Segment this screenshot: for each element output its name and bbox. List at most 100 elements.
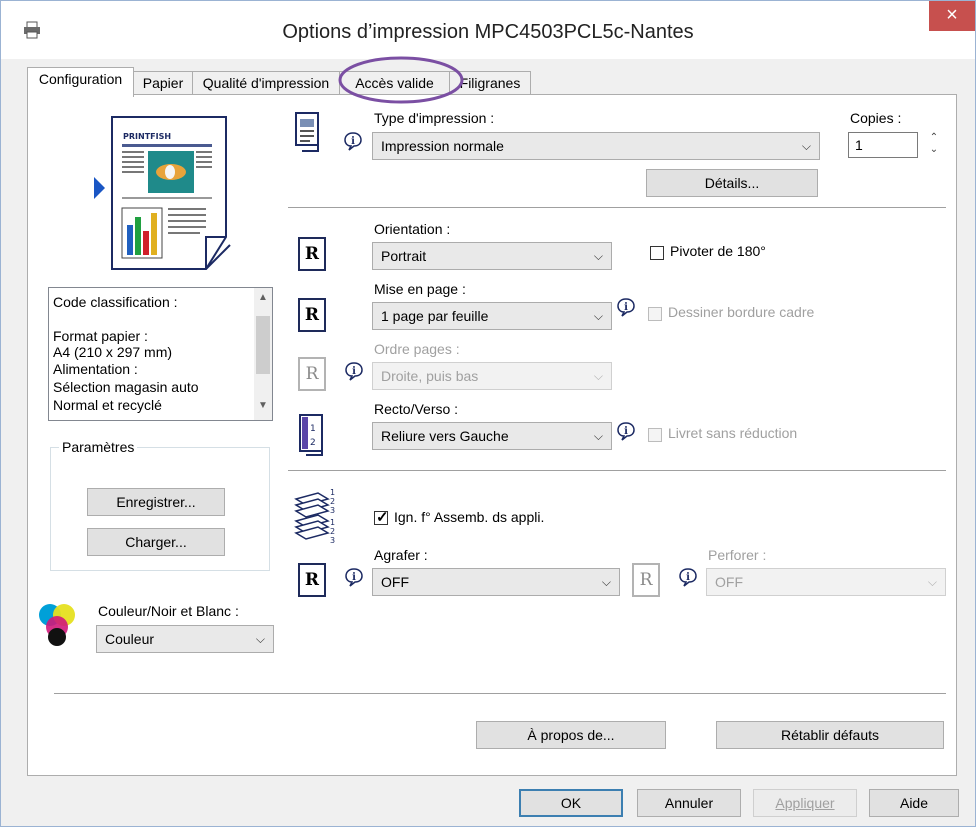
print-type-icon bbox=[295, 112, 319, 152]
load-button[interactable]: Charger... bbox=[87, 528, 225, 556]
save-button[interactable]: Enregistrer... bbox=[87, 488, 225, 516]
chevron-down-icon: ⌵ bbox=[927, 575, 937, 589]
list-item: Normal et recyclé bbox=[53, 397, 162, 413]
page-layout-select[interactable]: 1 page par feuille ⌵ bbox=[372, 302, 612, 330]
frame-border-label: Dessiner bordure cadre bbox=[668, 304, 815, 320]
highlight-circle bbox=[338, 56, 464, 104]
scroll-up-icon[interactable]: ▲ bbox=[254, 292, 272, 303]
scroll-down-icon[interactable]: ▼ bbox=[254, 400, 272, 411]
chevron-down-icon: ⌵ bbox=[593, 429, 603, 443]
page-order-label: Ordre pages : bbox=[374, 341, 460, 357]
collate-stack-icon: 1 2 3 1 2 3 bbox=[294, 488, 335, 543]
tab-qualite-impression[interactable]: Qualité d'impression bbox=[192, 71, 340, 95]
tab-papier[interactable]: Papier bbox=[133, 71, 193, 95]
page-order-value: Droite, puis bas bbox=[381, 368, 479, 384]
punch-select[interactable]: OFF ⌵ bbox=[706, 568, 946, 596]
booklet-checkbox[interactable] bbox=[648, 428, 662, 442]
page-layout-icon: R bbox=[298, 298, 326, 332]
chevron-down-icon: ⌵ bbox=[593, 369, 603, 383]
color-mode-label: Couleur/Noir et Blanc : bbox=[98, 603, 239, 619]
frame-border-checkbox[interactable] bbox=[648, 307, 662, 321]
info-icon[interactable]: i bbox=[616, 421, 636, 441]
selection-arrow-icon bbox=[94, 177, 105, 199]
color-mode-select[interactable]: Couleur ⌵ bbox=[96, 625, 274, 653]
help-button[interactable]: Aide bbox=[869, 789, 959, 817]
collate-label: Ign. f° Assemb. ds appli. bbox=[394, 509, 545, 525]
orientation-icon: R bbox=[298, 237, 326, 271]
cancel-button[interactable]: Annuler bbox=[637, 789, 741, 817]
window-title: Options d’impression MPC4503PCL5c-Nantes bbox=[282, 21, 694, 43]
punch-label: Perforer : bbox=[708, 547, 767, 563]
list-scrollbar[interactable]: ▲ ▼ bbox=[254, 288, 272, 420]
svg-text:PRINTFISH: PRINTFISH bbox=[123, 132, 171, 141]
parameters-group: Paramètres Enregistrer... Charger... bbox=[50, 439, 270, 571]
rotate-180-checkbox[interactable] bbox=[650, 246, 664, 260]
orientation-value: Portrait bbox=[381, 248, 427, 264]
duplex-icon: 1 2 bbox=[299, 414, 323, 456]
details-button[interactable]: Détails... bbox=[646, 169, 818, 197]
close-button[interactable]: × bbox=[929, 1, 975, 31]
color-mode-icon bbox=[39, 604, 75, 646]
section-divider bbox=[288, 207, 946, 208]
svg-text:2: 2 bbox=[330, 497, 335, 506]
section-divider bbox=[288, 470, 946, 471]
copies-label: Copies : bbox=[850, 110, 902, 126]
page-layout-label: Mise en page : bbox=[374, 281, 466, 297]
punch-value: OFF bbox=[715, 574, 743, 590]
page-layout-value: 1 page par feuille bbox=[381, 308, 489, 324]
color-mode-value: Couleur bbox=[105, 631, 155, 647]
about-button[interactable]: À propos de... bbox=[476, 721, 666, 749]
orientation-select[interactable]: Portrait ⌵ bbox=[372, 242, 612, 270]
chevron-down-icon: ⌵ bbox=[801, 139, 811, 153]
apply-button[interactable]: Appliquer bbox=[753, 789, 857, 817]
chevron-down-icon: ⌵ bbox=[593, 249, 603, 263]
booklet-label: Livret sans réduction bbox=[668, 425, 798, 441]
staple-select[interactable]: OFF ⌵ bbox=[372, 568, 620, 596]
chevron-down-icon: ⌵ bbox=[255, 632, 265, 646]
svg-text:1: 1 bbox=[330, 518, 335, 527]
list-item: A4 (210 x 297 mm) bbox=[53, 344, 173, 360]
page-order-select[interactable]: Droite, puis bas ⌵ bbox=[372, 362, 612, 390]
configuration-panel: PRINTFISH Code classification: Format p… bbox=[27, 94, 957, 776]
print-type-label: Type d'impression : bbox=[374, 110, 495, 126]
punch-icon: R bbox=[632, 563, 660, 597]
duplex-select[interactable]: Reliure vers Gauche ⌵ bbox=[372, 422, 612, 450]
tab-configuration[interactable]: Configuration bbox=[27, 67, 134, 97]
svg-text:3: 3 bbox=[330, 506, 335, 515]
staple-value: OFF bbox=[381, 574, 409, 590]
svg-text:i: i bbox=[352, 366, 356, 377]
print-type-select[interactable]: Impression normale ⌵ bbox=[372, 132, 820, 160]
svg-text:1: 1 bbox=[310, 424, 316, 434]
print-options-window: Options d’impression MPC4503PCL5c-Nantes… bbox=[0, 0, 976, 827]
staple-label: Agrafer : bbox=[374, 547, 428, 563]
duplex-value: Reliure vers Gauche bbox=[381, 428, 509, 444]
info-icon[interactable]: i bbox=[344, 361, 364, 381]
svg-text:3: 3 bbox=[330, 536, 335, 543]
chevron-down-icon: ⌵ bbox=[601, 575, 611, 589]
parameters-group-title: Paramètres bbox=[59, 439, 138, 455]
chevron-down-icon: ⌵ bbox=[593, 309, 603, 323]
info-icon[interactable]: i bbox=[343, 131, 363, 151]
page-preview-image: PRINTFISH bbox=[111, 116, 231, 270]
svg-text:1: 1 bbox=[330, 488, 335, 497]
copies-input[interactable]: 1 bbox=[848, 132, 918, 158]
svg-text:2: 2 bbox=[310, 438, 316, 448]
reset-defaults-button[interactable]: Rétablir défauts bbox=[716, 721, 944, 749]
list-item: Sélection magasin auto bbox=[53, 379, 199, 395]
ok-button[interactable]: OK bbox=[519, 789, 623, 817]
svg-text:i: i bbox=[352, 572, 356, 583]
copies-spinner[interactable]: ⌃ ⌄ bbox=[922, 132, 946, 160]
footer-divider bbox=[54, 693, 946, 694]
settings-summary-list[interactable]: Code classification : Format papier : A4… bbox=[48, 287, 273, 421]
orientation-label: Orientation : bbox=[374, 221, 451, 237]
info-icon[interactable]: i bbox=[678, 567, 698, 587]
scroll-thumb[interactable] bbox=[256, 316, 270, 374]
list-item: Code classification : bbox=[53, 294, 178, 310]
title-bar: Options d’impression MPC4503PCL5c-Nantes… bbox=[1, 1, 975, 59]
svg-text:i: i bbox=[686, 572, 690, 583]
rotate-180-label: Pivoter de 180° bbox=[670, 243, 766, 259]
info-icon[interactable]: i bbox=[616, 297, 636, 317]
list-item: Alimentation : bbox=[53, 361, 138, 377]
collate-checkbox[interactable]: ✓ bbox=[374, 509, 389, 526]
info-icon[interactable]: i bbox=[344, 567, 364, 587]
